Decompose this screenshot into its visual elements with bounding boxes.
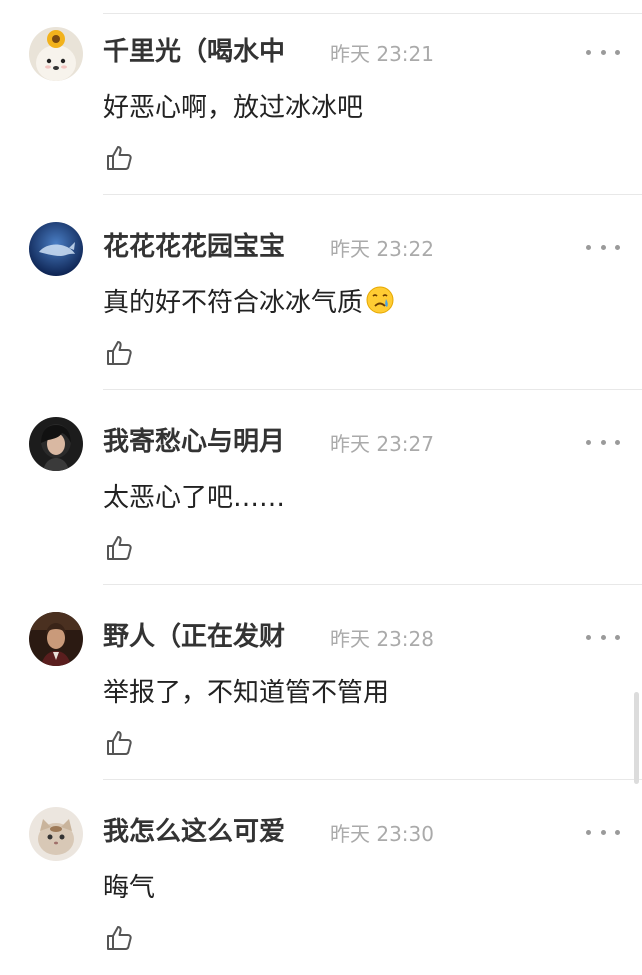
thumbs-up-icon[interactable] xyxy=(104,533,134,563)
blue-whale-avatar[interactable] xyxy=(29,222,83,276)
comment-time: 昨天 23:21 xyxy=(330,42,434,66)
username[interactable]: 我怎么这么可爱 xyxy=(103,816,285,848)
username[interactable]: 野人（正在发财 xyxy=(103,621,285,653)
comment-time: 昨天 23:22 xyxy=(330,237,434,261)
thumbs-up-icon[interactable] xyxy=(104,923,134,953)
comment-item: 花花花花园宝宝 昨天 23:22 真的好不符合冰冰气质 xyxy=(0,195,642,390)
username[interactable]: 花花花花园宝宝 xyxy=(103,231,285,263)
comment-text: 太恶心了吧…… xyxy=(103,483,286,513)
more-dots-icon[interactable] xyxy=(586,430,620,454)
thumbs-up-icon[interactable] xyxy=(104,338,134,368)
thumbs-up-icon[interactable] xyxy=(104,143,134,173)
scrollbar[interactable] xyxy=(634,692,639,784)
more-dots-icon[interactable] xyxy=(586,235,620,259)
dog-with-sunflower-avatar[interactable] xyxy=(29,27,83,81)
comment-item: 我怎么这么可爱 昨天 23:30 晦气 xyxy=(0,780,642,975)
username[interactable]: 我寄愁心与明月 xyxy=(103,426,285,458)
comment-item: 千里光（喝水中 昨天 23:21 好恶心啊，放过冰冰吧 xyxy=(0,0,642,195)
cat-avatar[interactable] xyxy=(29,807,83,861)
comment-item: 我寄愁心与明月 昨天 23:27 太恶心了吧…… xyxy=(0,390,642,585)
comment-text: 举报了，不知道管不管用 xyxy=(103,678,390,708)
comment-time: 昨天 23:30 xyxy=(330,822,434,846)
more-dots-icon[interactable] xyxy=(586,820,620,844)
girl-portrait-avatar[interactable] xyxy=(29,417,83,471)
comment-text-content: 真的好不符合冰冰气质 xyxy=(103,288,364,318)
comment-item: 野人（正在发财 昨天 23:28 举报了，不知道管不管用 xyxy=(0,585,642,780)
username[interactable]: 千里光（喝水中 xyxy=(103,36,285,68)
comment-text: 真的好不符合冰冰气质 xyxy=(103,285,395,321)
thumbs-up-icon[interactable] xyxy=(104,728,134,758)
more-dots-icon[interactable] xyxy=(586,625,620,649)
crying-face-emoji xyxy=(365,285,395,315)
comment-time: 昨天 23:28 xyxy=(330,627,434,651)
comment-text: 好恶心啊，放过冰冰吧 xyxy=(103,93,364,123)
more-dots-icon[interactable] xyxy=(586,40,620,64)
comment-time: 昨天 23:27 xyxy=(330,432,434,456)
comment-text: 晦气 xyxy=(103,873,156,903)
man-portrait-avatar[interactable] xyxy=(29,612,83,666)
